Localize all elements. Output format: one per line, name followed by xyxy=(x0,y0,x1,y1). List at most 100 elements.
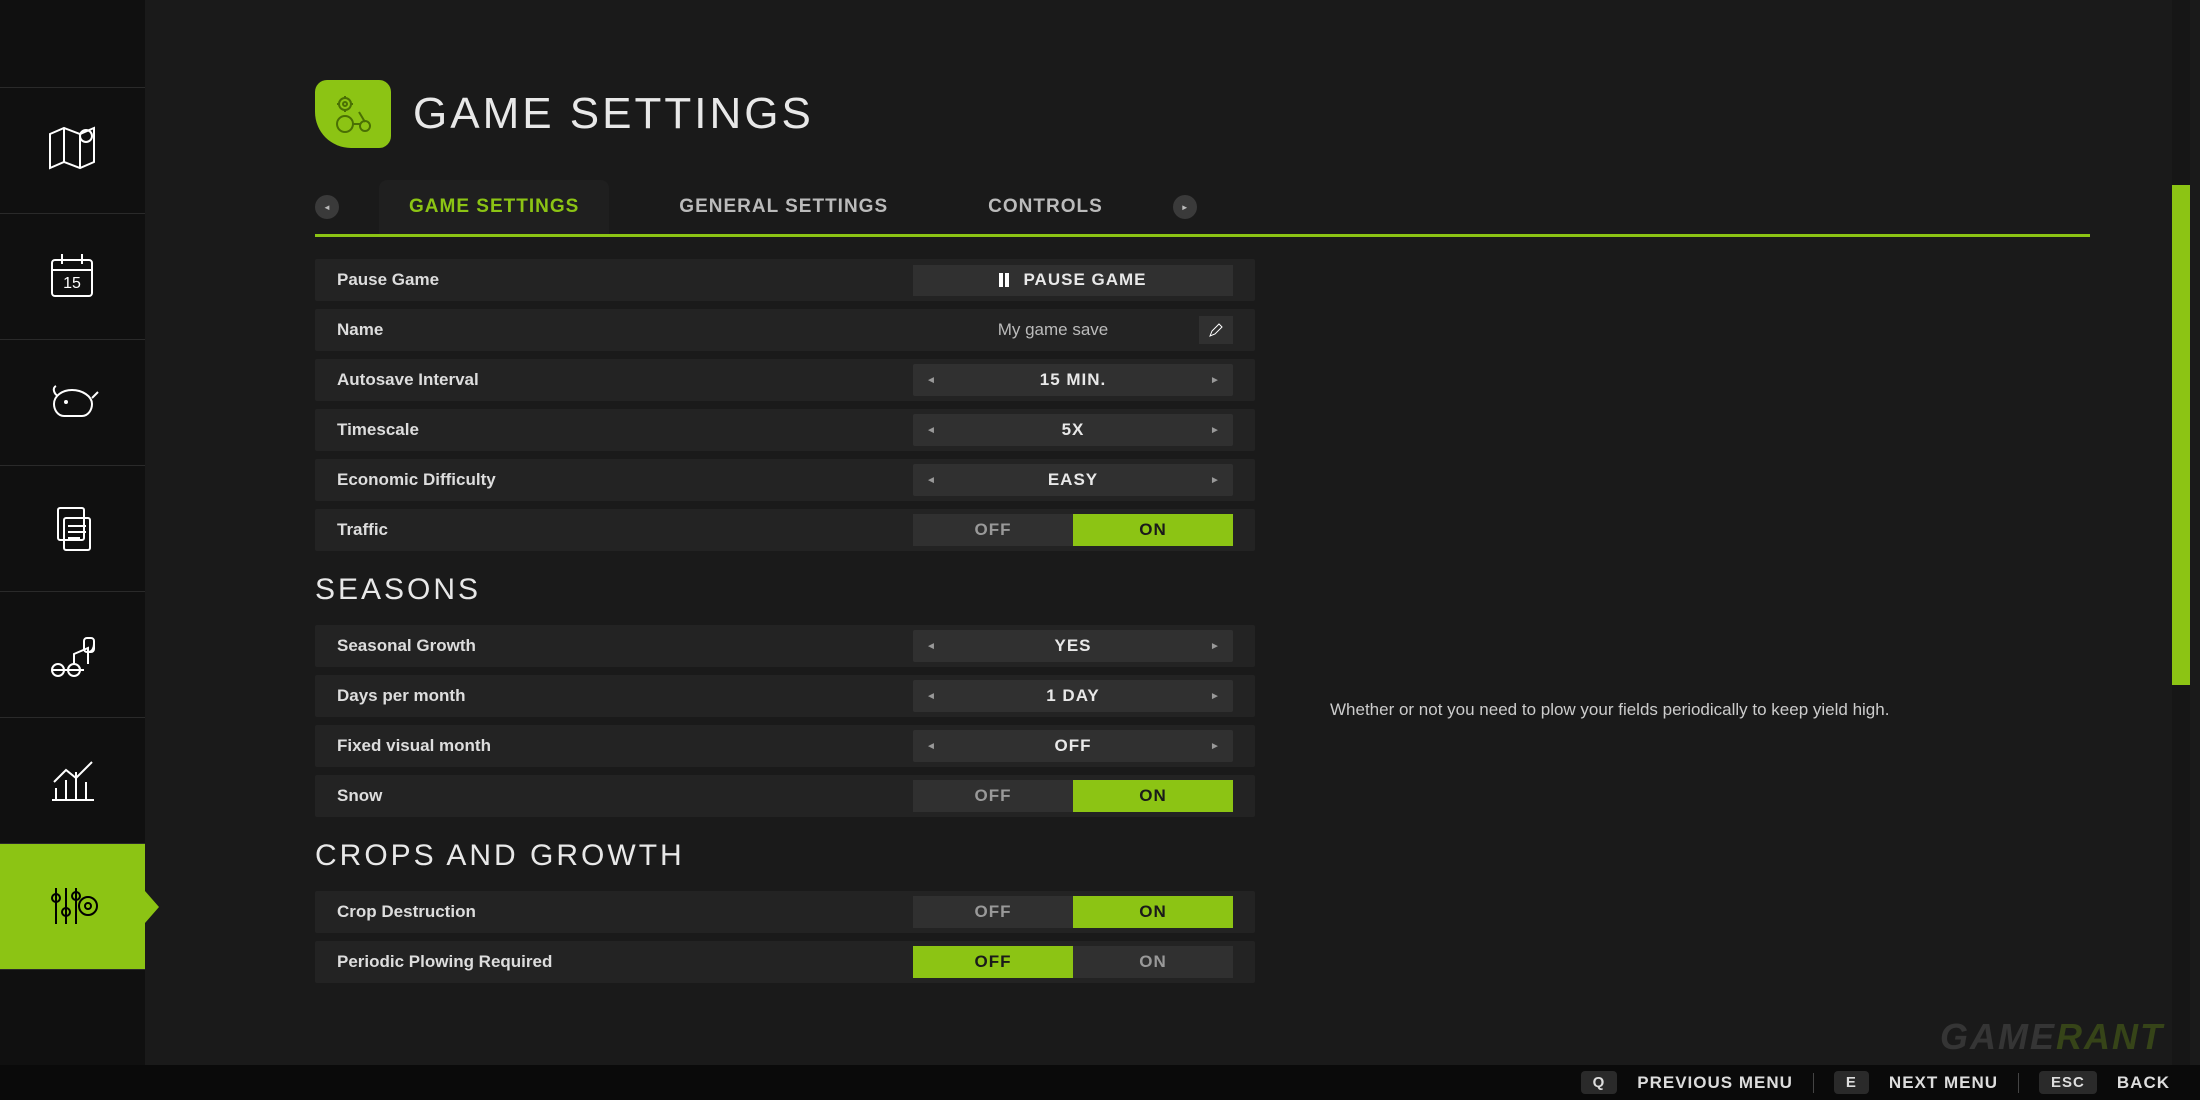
section-seasons: SEASONS xyxy=(315,573,1255,607)
row-economy: Economic Difficulty ◄ EASY ► xyxy=(315,459,1255,501)
factory-icon xyxy=(44,626,102,684)
section-crops: CROPS AND GROWTH xyxy=(315,839,1255,873)
scrollbar-track[interactable] xyxy=(2172,0,2190,1065)
sliders-gear-icon xyxy=(44,878,102,936)
tabs: ◄ GAME SETTINGS GENERAL SETTINGS CONTROL… xyxy=(315,180,2072,234)
economy-value: EASY xyxy=(949,470,1197,490)
label-timescale: Timescale xyxy=(337,420,913,440)
footer-previous-menu[interactable]: PREVIOUS MENU xyxy=(1637,1073,1793,1093)
row-pause-game: Pause Game PAUSE GAME xyxy=(315,259,1255,301)
sidebar-item-documents[interactable] xyxy=(0,466,145,592)
fvm-value: OFF xyxy=(949,736,1197,756)
label-seasonal-growth: Seasonal Growth xyxy=(337,636,913,656)
seasonal-next[interactable]: ► xyxy=(1197,641,1233,652)
map-icon xyxy=(44,122,102,180)
crop-destruction-off[interactable]: OFF xyxy=(913,896,1073,928)
row-autosave: Autosave Interval ◄ 15 MIN. ► xyxy=(315,359,1255,401)
label-days-per-month: Days per month xyxy=(337,686,913,706)
sidebar-item-settings[interactable] xyxy=(0,844,145,970)
autosave-value: 15 MIN. xyxy=(949,370,1197,390)
label-pause-game: Pause Game xyxy=(337,270,913,290)
tab-general-settings[interactable]: GENERAL SETTINGS xyxy=(649,180,918,234)
settings-list: Pause Game PAUSE GAME Name My game save … xyxy=(315,259,1255,983)
seasonal-prev[interactable]: ◄ xyxy=(913,641,949,652)
footer-back[interactable]: BACK xyxy=(2117,1073,2170,1093)
dpm-spinner[interactable]: ◄ 1 DAY ► xyxy=(913,680,1233,712)
timescale-next[interactable]: ► xyxy=(1197,425,1233,436)
label-economy: Economic Difficulty xyxy=(337,470,913,490)
timescale-spinner[interactable]: ◄ 5X ► xyxy=(913,414,1233,446)
row-snow: Snow OFF ON xyxy=(315,775,1255,817)
sidebar-item-map[interactable] xyxy=(0,88,145,214)
seasonal-value: YES xyxy=(949,636,1197,656)
tab-controls[interactable]: CONTROLS xyxy=(958,180,1133,234)
traffic-on[interactable]: ON xyxy=(1073,514,1233,546)
edit-name-button[interactable] xyxy=(1199,316,1233,344)
autosave-spinner[interactable]: ◄ 15 MIN. ► xyxy=(913,364,1233,396)
svg-text:15: 15 xyxy=(63,275,81,292)
setting-hint: Whether or not you need to plow your fie… xyxy=(1330,700,1890,720)
watermark-a: GAME xyxy=(1940,1016,2056,1057)
snow-on[interactable]: ON xyxy=(1073,780,1233,812)
snow-toggle[interactable]: OFF ON xyxy=(913,780,1233,812)
footer-next-menu[interactable]: NEXT MENU xyxy=(1889,1073,1998,1093)
crop-destruction-on[interactable]: ON xyxy=(1073,896,1233,928)
tabs-prev-button[interactable]: ◄ xyxy=(315,195,339,219)
autosave-next[interactable]: ► xyxy=(1197,375,1233,386)
watermark-b: RANT xyxy=(2056,1016,2164,1057)
dpm-prev[interactable]: ◄ xyxy=(913,691,949,702)
crop-destruction-toggle[interactable]: OFF ON xyxy=(913,896,1233,928)
main-panel: GAME SETTINGS ◄ GAME SETTINGS GENERAL SE… xyxy=(145,0,2172,1065)
label-crop-destruction: Crop Destruction xyxy=(337,902,913,922)
fvm-spinner[interactable]: ◄ OFF ► xyxy=(913,730,1233,762)
economy-prev[interactable]: ◄ xyxy=(913,475,949,486)
scrollbar-thumb[interactable] xyxy=(2172,185,2190,685)
timescale-prev[interactable]: ◄ xyxy=(913,425,949,436)
tab-game-settings[interactable]: GAME SETTINGS xyxy=(379,180,609,234)
sidebar-item-calendar[interactable]: 15 xyxy=(0,214,145,340)
page-title: GAME SETTINGS xyxy=(413,89,814,139)
pause-game-button[interactable]: PAUSE GAME xyxy=(913,265,1233,296)
label-autosave: Autosave Interval xyxy=(337,370,913,390)
fvm-next[interactable]: ► xyxy=(1197,741,1233,752)
traffic-toggle[interactable]: OFF ON xyxy=(913,514,1233,546)
row-crop-destruction: Crop Destruction OFF ON xyxy=(315,891,1255,933)
row-days-per-month: Days per month ◄ 1 DAY ► xyxy=(315,675,1255,717)
autosave-prev[interactable]: ◄ xyxy=(913,375,949,386)
periodic-plowing-off[interactable]: OFF xyxy=(913,946,1073,978)
row-name: Name My game save xyxy=(315,309,1255,351)
pause-icon xyxy=(999,273,1009,287)
fvm-prev[interactable]: ◄ xyxy=(913,741,949,752)
label-traffic: Traffic xyxy=(337,520,913,540)
row-timescale: Timescale ◄ 5X ► xyxy=(315,409,1255,451)
economy-next[interactable]: ► xyxy=(1197,475,1233,486)
label-name: Name xyxy=(337,320,913,340)
cow-icon xyxy=(44,374,102,432)
economy-spinner[interactable]: ◄ EASY ► xyxy=(913,464,1233,496)
sidebar-item-statistics[interactable] xyxy=(0,718,145,844)
periodic-plowing-toggle[interactable]: OFF ON xyxy=(913,946,1233,978)
row-fixed-visual-month: Fixed visual month ◄ OFF ► xyxy=(315,725,1255,767)
row-seasonal-growth: Seasonal Growth ◄ YES ► xyxy=(315,625,1255,667)
periodic-plowing-on[interactable]: ON xyxy=(1073,946,1233,978)
dpm-value: 1 DAY xyxy=(949,686,1197,706)
row-periodic-plowing: Periodic Plowing Required OFF ON xyxy=(315,941,1255,983)
chart-icon xyxy=(44,752,102,810)
pause-game-label: PAUSE GAME xyxy=(1023,270,1146,290)
snow-off[interactable]: OFF xyxy=(913,780,1073,812)
documents-icon xyxy=(44,500,102,558)
tabs-next-button[interactable]: ► xyxy=(1173,195,1197,219)
key-esc: ESC xyxy=(2039,1071,2097,1094)
sidebar-top xyxy=(0,0,145,88)
dpm-next[interactable]: ► xyxy=(1197,691,1233,702)
tractor-gear-icon xyxy=(331,92,375,136)
footer-sep-1 xyxy=(1813,1073,1814,1093)
footer: Q PREVIOUS MENU E NEXT MENU ESC BACK xyxy=(0,1065,2200,1100)
traffic-off[interactable]: OFF xyxy=(913,514,1073,546)
sidebar-item-production[interactable] xyxy=(0,592,145,718)
key-q: Q xyxy=(1581,1071,1618,1094)
seasonal-spinner[interactable]: ◄ YES ► xyxy=(913,630,1233,662)
watermark: GAMERANT xyxy=(1940,1016,2164,1058)
tab-underline xyxy=(315,234,2090,237)
sidebar-item-animals[interactable] xyxy=(0,340,145,466)
